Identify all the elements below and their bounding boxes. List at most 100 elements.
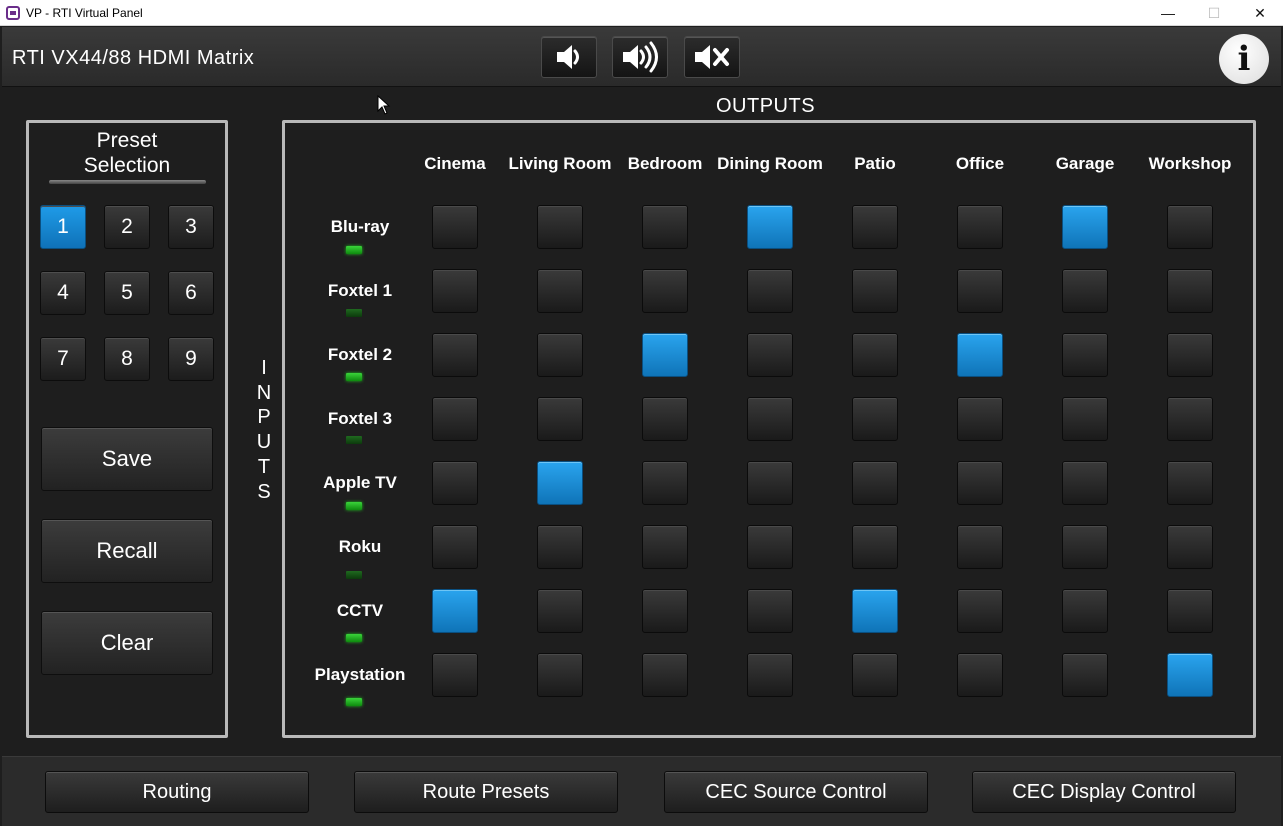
route-cell[interactable] [432,653,478,697]
route-cell[interactable] [852,461,898,505]
route-cell[interactable] [432,397,478,441]
route-cell[interactable] [957,589,1003,633]
route-cell[interactable] [432,525,478,569]
route-cell[interactable] [1062,525,1108,569]
maximize-button[interactable]: ☐ [1191,0,1237,26]
route-cell[interactable] [1062,269,1108,313]
route-cell[interactable] [957,397,1003,441]
inputs-heading-letter: U [256,431,272,454]
route-cell[interactable] [642,205,688,249]
route-cell[interactable] [642,589,688,633]
route-cell[interactable] [537,653,583,697]
route-cell[interactable] [537,397,583,441]
preset-button-8[interactable]: 8 [104,337,150,381]
signal-led [346,571,362,579]
inputs-heading-letter: S [257,480,271,503]
volume-down-button[interactable] [541,36,597,78]
route-cell[interactable] [642,525,688,569]
route-cell[interactable] [1062,205,1108,249]
route-cell[interactable] [747,269,793,313]
volume-up-button[interactable] [612,36,668,78]
recall-button[interactable]: Recall [41,519,213,583]
route-cell[interactable] [642,653,688,697]
tab-routing[interactable]: Routing [45,771,309,813]
route-cell[interactable] [432,461,478,505]
route-cell[interactable] [852,397,898,441]
clear-button[interactable]: Clear [41,611,213,675]
route-cell[interactable] [957,269,1003,313]
route-cell[interactable] [642,461,688,505]
mouse-cursor-icon [377,95,391,115]
route-cell[interactable] [1167,397,1213,441]
preset-button-3[interactable]: 3 [168,205,214,249]
route-cell[interactable] [537,461,583,505]
route-cell[interactable] [747,589,793,633]
mute-button[interactable] [684,36,740,78]
output-label-workshop: Workshop [1148,154,1232,173]
route-cell[interactable] [1167,653,1213,697]
route-cell[interactable] [642,269,688,313]
tab-route-presets[interactable]: Route Presets [354,771,618,813]
route-cell[interactable] [537,525,583,569]
route-cell[interactable] [852,269,898,313]
route-cell[interactable] [957,333,1003,377]
route-cell[interactable] [432,589,478,633]
route-cell[interactable] [1062,589,1108,633]
route-cell[interactable] [747,461,793,505]
preset-button-6[interactable]: 6 [168,271,214,315]
route-cell[interactable] [1167,461,1213,505]
route-cell[interactable] [957,653,1003,697]
inputs-heading-letter: I [261,357,267,379]
output-label-garage: Garage [1055,154,1115,173]
route-cell[interactable] [1062,653,1108,697]
route-cell[interactable] [747,397,793,441]
preset-button-7[interactable]: 7 [40,337,86,381]
route-cell[interactable] [852,333,898,377]
route-cell[interactable] [432,205,478,249]
route-cell[interactable] [852,589,898,633]
route-cell[interactable] [537,589,583,633]
route-cell[interactable] [852,525,898,569]
route-cell[interactable] [537,205,583,249]
preset-button-4[interactable]: 4 [40,271,86,315]
route-cell[interactable] [642,397,688,441]
route-cell[interactable] [1062,461,1108,505]
route-cell[interactable] [1167,205,1213,249]
tab-cec-display-control[interactable]: CEC Display Control [972,771,1236,813]
route-cell[interactable] [747,205,793,249]
input-label-foxtel-2: Foxtel 2 [327,345,393,364]
preset-button-1[interactable]: 1 [40,205,86,249]
signal-led [346,502,362,510]
route-cell[interactable] [432,333,478,377]
route-cell[interactable] [642,333,688,377]
route-cell[interactable] [432,269,478,313]
route-cell[interactable] [957,461,1003,505]
route-cell[interactable] [537,269,583,313]
preset-button-2[interactable]: 2 [104,205,150,249]
route-cell[interactable] [537,333,583,377]
preset-title-line1: Preset [96,129,158,152]
input-label-blu-ray: Blu-ray [330,217,390,236]
route-cell[interactable] [747,333,793,377]
route-cell[interactable] [1062,333,1108,377]
route-cell[interactable] [1167,333,1213,377]
route-cell[interactable] [1062,397,1108,441]
route-cell[interactable] [747,653,793,697]
preset-panel: Preset Selection 1 2 3 4 5 6 7 8 9 Save … [26,120,228,738]
info-button[interactable]: i [1219,34,1269,84]
preset-title: Preset Selection [29,128,225,178]
route-cell[interactable] [747,525,793,569]
tab-cec-source-control[interactable]: CEC Source Control [664,771,928,813]
route-cell[interactable] [1167,269,1213,313]
route-cell[interactable] [1167,589,1213,633]
route-cell[interactable] [852,653,898,697]
preset-button-5[interactable]: 5 [104,271,150,315]
close-button[interactable]: ✕ [1237,0,1283,26]
route-cell[interactable] [957,525,1003,569]
route-cell[interactable] [957,205,1003,249]
save-button[interactable]: Save [41,427,213,491]
minimize-button[interactable]: — [1145,0,1191,26]
route-cell[interactable] [852,205,898,249]
route-cell[interactable] [1167,525,1213,569]
preset-button-9[interactable]: 9 [168,337,214,381]
